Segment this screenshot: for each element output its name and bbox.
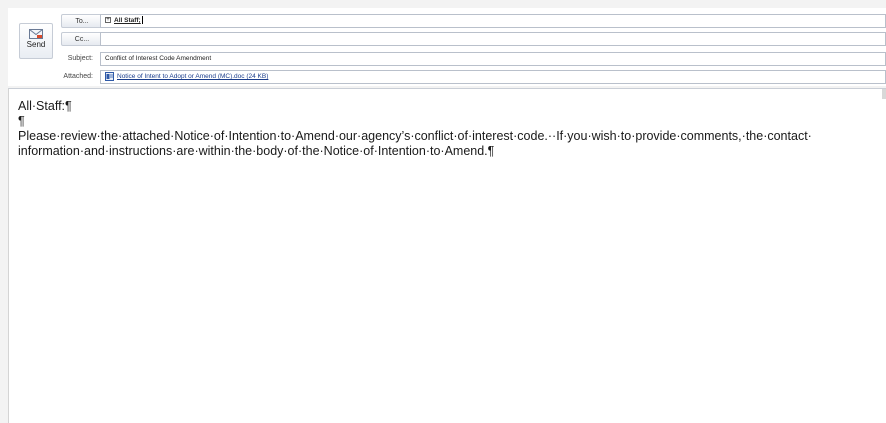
word-document-icon: [105, 71, 114, 81]
greeting-line: All·Staff:¶: [18, 99, 72, 113]
send-button[interactable]: Send: [19, 23, 53, 59]
subject-field[interactable]: Conflict of Interest Code Amendment: [100, 52, 886, 66]
message-body[interactable]: All·Staff:¶ ¶ Please·review·the·attached…: [8, 88, 886, 423]
send-envelope-icon: [29, 29, 43, 39]
text-cursor: [141, 16, 143, 25]
to-recipient[interactable]: All Staff;: [114, 17, 141, 24]
attached-label: Attached:: [63, 73, 93, 80]
compose-window: Send To... Cc... Subject: Attached: + All…: [0, 0, 886, 423]
attachment-link[interactable]: Notice of Intent to Adopt or Amend (MC).…: [117, 73, 268, 80]
expand-plus-icon[interactable]: +: [105, 17, 111, 24]
subject-label: Subject:: [67, 55, 93, 62]
cc-field[interactable]: [100, 32, 886, 46]
body-line-1: Please·review·the·attached·Notice·of·Int…: [18, 129, 812, 143]
message-text: All·Staff:¶ ¶ Please·review·the·attached…: [18, 99, 880, 159]
to-button[interactable]: To...: [61, 14, 103, 28]
cc-button[interactable]: Cc...: [61, 32, 103, 46]
to-field[interactable]: + All Staff;: [100, 14, 886, 28]
attachment-field[interactable]: Notice of Intent to Adopt or Amend (MC).…: [100, 70, 886, 84]
scrollbar[interactable]: [882, 89, 886, 99]
send-label: Send: [26, 40, 46, 49]
body-line-2: information·and·instructions·are·within·…: [18, 144, 495, 158]
blank-line: ¶: [18, 114, 25, 128]
